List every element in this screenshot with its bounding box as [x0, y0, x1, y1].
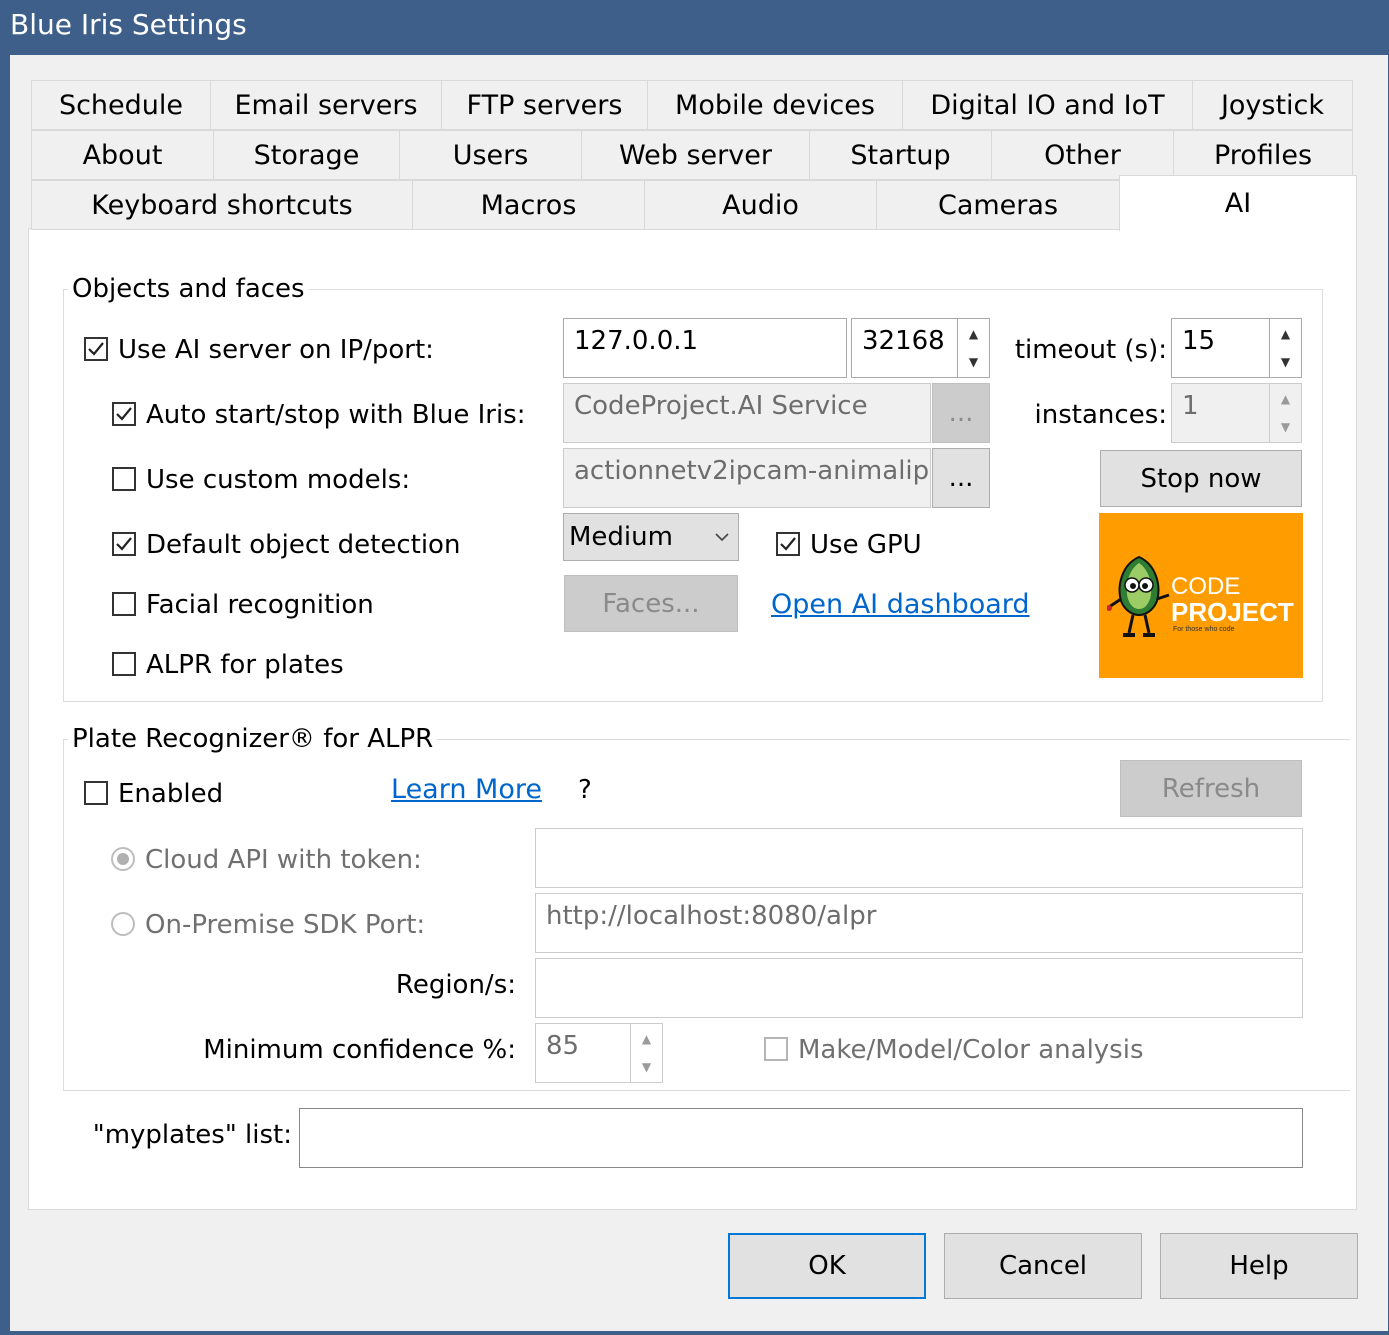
spin-up-icon[interactable]: ▲	[631, 1026, 662, 1052]
make-model-label: Make/Model/Color analysis	[798, 1035, 1144, 1065]
spin-up-icon[interactable]: ▲	[1270, 386, 1301, 412]
spin-up-icon[interactable]: ▲	[958, 321, 989, 347]
plate-enabled-checkbox[interactable]	[84, 781, 108, 805]
min-confidence-input[interactable]: 85	[535, 1023, 631, 1083]
help-question-mark[interactable]: ?	[578, 774, 592, 806]
checkmark-icon	[116, 537, 132, 551]
tab-storage[interactable]: Storage	[213, 130, 400, 180]
plate-enabled-label: Enabled	[118, 779, 224, 809]
refresh-button[interactable]: Refresh	[1120, 760, 1302, 817]
ai-server-port-input[interactable]: 32168	[851, 318, 958, 378]
auto-start-checkbox[interactable]	[112, 402, 136, 426]
tab-keyboard-shortcuts[interactable]: Keyboard shortcuts	[31, 180, 413, 230]
use-gpu-checkbox[interactable]	[776, 532, 800, 556]
tab-web-server[interactable]: Web server	[581, 130, 810, 180]
custom-models-label: Use custom models:	[146, 465, 411, 495]
myplates-input[interactable]	[299, 1108, 1303, 1168]
cancel-button[interactable]: Cancel	[944, 1233, 1142, 1299]
use-ai-server-checkbox[interactable]	[84, 337, 108, 361]
custom-models-field[interactable]: actionnetv2ipcam-animalipc	[563, 448, 931, 508]
help-button[interactable]: Help	[1160, 1233, 1358, 1299]
myplates-label: "myplates" list:	[92, 1120, 292, 1150]
tab-about[interactable]: About	[31, 130, 214, 180]
tab-joystick[interactable]: Joystick	[1192, 80, 1353, 130]
logo-project-text: PROJECT	[1171, 597, 1294, 627]
tab-audio[interactable]: Audio	[644, 180, 877, 230]
region-label: Region/s:	[395, 970, 516, 1000]
spin-down-icon[interactable]: ▼	[958, 349, 989, 375]
tab-macros[interactable]: Macros	[412, 180, 645, 230]
on-premise-radio[interactable]	[111, 912, 135, 936]
default-detection-label: Default object detection	[146, 530, 461, 560]
window-title: Blue Iris Settings	[10, 8, 247, 41]
plate-recognizer-title: Plate Recognizer® for ALPR	[68, 724, 438, 754]
tab-cameras[interactable]: Cameras	[876, 180, 1120, 230]
spin-down-icon[interactable]: ▼	[1270, 414, 1301, 440]
facial-recognition-checkbox[interactable]	[112, 592, 136, 616]
timeout-spinner[interactable]: ▲ ▼	[1269, 318, 1302, 378]
models-browse-button[interactable]: ...	[932, 448, 990, 508]
tab-ftp-servers[interactable]: FTP servers	[441, 80, 648, 130]
timeout-input[interactable]: 15	[1171, 318, 1270, 378]
learn-more-link[interactable]: Learn More	[391, 774, 542, 806]
title-bar[interactable]: Blue Iris Settings	[0, 0, 1389, 55]
tab-startup[interactable]: Startup	[809, 130, 992, 180]
spin-up-icon[interactable]: ▲	[1270, 321, 1301, 347]
codeproject-logo: CODE PROJECT For those who code	[1099, 513, 1303, 678]
ai-server-ip-input[interactable]: 127.0.0.1	[563, 318, 847, 378]
spin-down-icon[interactable]: ▼	[631, 1054, 662, 1080]
min-confidence-spinner[interactable]: ▲ ▼	[630, 1023, 663, 1083]
sdk-url-input[interactable]: http://localhost:8080/alpr	[535, 893, 1303, 953]
tab-users[interactable]: Users	[399, 130, 582, 180]
ai-service-field[interactable]: CodeProject.AI Service	[563, 383, 931, 443]
custom-models-checkbox[interactable]	[112, 467, 136, 491]
tab-other[interactable]: Other	[991, 130, 1174, 180]
stop-now-button[interactable]: Stop now	[1100, 450, 1302, 507]
tab-schedule[interactable]: Schedule	[31, 80, 211, 130]
faces-button[interactable]: Faces...	[564, 575, 738, 632]
objects-faces-title: Objects and faces	[68, 274, 309, 304]
tab-mobile-devices[interactable]: Mobile devices	[647, 80, 903, 130]
codeproject-mascot-icon	[1107, 555, 1170, 637]
alpr-label: ALPR for plates	[146, 650, 344, 680]
default-detection-checkbox[interactable]	[112, 532, 136, 556]
tab-profiles[interactable]: Profiles	[1173, 130, 1353, 180]
checkmark-icon	[88, 342, 104, 356]
auto-start-label: Auto start/stop with Blue Iris:	[146, 400, 526, 430]
chevron-down-icon	[711, 527, 733, 547]
spin-down-icon[interactable]: ▼	[1270, 349, 1301, 375]
tab-ai[interactable]: AI	[1119, 175, 1357, 231]
port-spinner[interactable]: ▲ ▼	[957, 318, 990, 378]
open-ai-dashboard-link[interactable]: Open AI dashboard	[771, 589, 1030, 621]
alpr-checkbox[interactable]	[112, 652, 136, 676]
facial-recognition-label: Facial recognition	[146, 590, 374, 620]
min-confidence-label: Minimum confidence %:	[203, 1035, 516, 1065]
cloud-token-input[interactable]	[535, 828, 1303, 888]
cloud-api-radio[interactable]	[111, 847, 135, 871]
service-browse-button[interactable]: ...	[932, 383, 990, 443]
logo-tagline: For those who code	[1173, 626, 1235, 633]
make-model-checkbox[interactable]	[764, 1037, 788, 1061]
tab-digital-io[interactable]: Digital IO and IoT	[902, 80, 1193, 130]
on-premise-label: On-Premise SDK Port:	[145, 910, 426, 940]
instances-spinner[interactable]: ▲ ▼	[1269, 383, 1302, 443]
tab-email-servers[interactable]: Email servers	[210, 80, 442, 130]
checkmark-icon	[116, 407, 132, 421]
instances-input[interactable]: 1	[1171, 383, 1270, 443]
region-input[interactable]	[535, 958, 1303, 1018]
detection-mode-value: Medium	[569, 522, 673, 552]
instances-label: instances:	[1034, 400, 1167, 430]
use-ai-server-label: Use AI server on IP/port:	[118, 335, 434, 365]
checkmark-icon	[780, 537, 796, 551]
ok-button[interactable]: OK	[728, 1233, 926, 1299]
use-gpu-label: Use GPU	[810, 530, 922, 560]
timeout-label: timeout (s):	[1014, 335, 1167, 365]
cloud-api-label: Cloud API with token:	[145, 845, 422, 875]
